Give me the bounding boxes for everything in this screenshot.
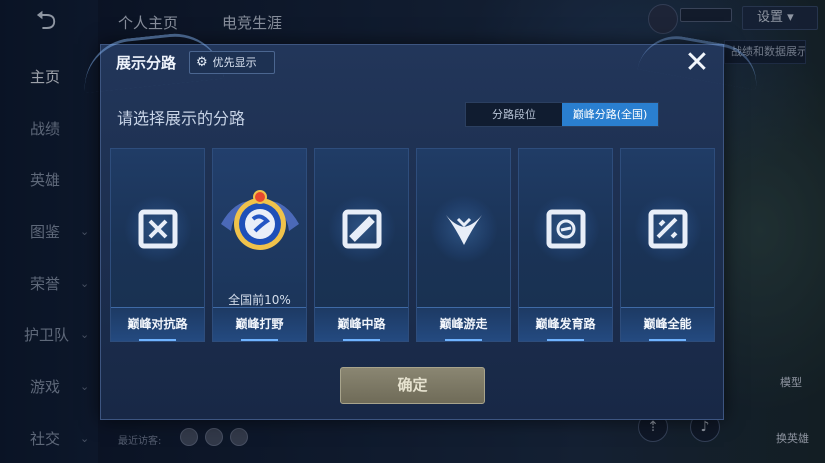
lane-card-mid[interactable]: 巅峰中路 — [314, 148, 409, 342]
clash-lane-icon — [124, 195, 192, 263]
all-round-icon — [634, 195, 702, 263]
farm-lane-icon — [532, 195, 600, 263]
priority-display-button[interactable]: ⚙ 优先显示 — [189, 51, 275, 74]
rank-percentile: 全国前10% — [228, 293, 291, 307]
gear-icon: ⚙ — [196, 55, 208, 70]
lane-prompt: 请选择展示的分路 — [117, 109, 246, 128]
lane-card-roam[interactable]: 巅峰游走 — [416, 148, 511, 342]
mid-lane-icon — [328, 195, 396, 263]
roam-icon — [430, 195, 498, 263]
priority-display-label: 优先显示 — [212, 56, 257, 69]
lane-card-jungle[interactable]: 全国前10% 巅峰打野 — [212, 148, 307, 342]
lane-card-label: 巅峰全能 — [621, 307, 714, 341]
tab-lane-rank[interactable]: 分路段位 — [466, 103, 562, 126]
lane-card-label: 巅峰游走 — [417, 307, 510, 341]
lane-card-label: 巅峰中路 — [315, 307, 408, 341]
tab-peak-lane-national[interactable]: 巅峰分路(全国) — [562, 103, 658, 126]
lane-card-label: 巅峰打野 — [213, 307, 306, 341]
lane-cards: 巅峰对抗路 全国前10% 巅峰打野 巅峰中路 巅峰游走 巅峰发育路 巅峰全能 — [110, 148, 715, 342]
lane-card-label: 巅峰对抗路 — [111, 307, 204, 341]
lane-card-label: 巅峰发育路 — [519, 307, 612, 341]
jungle-rank-emblem — [215, 179, 305, 269]
lane-card-farm[interactable]: 巅峰发育路 — [518, 148, 613, 342]
close-icon[interactable]: ✕ — [680, 46, 714, 80]
lane-card-clash[interactable]: 巅峰对抗路 — [110, 148, 205, 342]
lane-segment-control: 分路段位 巅峰分路(全国) — [465, 102, 659, 127]
modal-title: 展示分路 — [116, 54, 177, 72]
lane-card-all-round[interactable]: 巅峰全能 — [620, 148, 715, 342]
confirm-button[interactable]: 确定 — [340, 367, 485, 404]
